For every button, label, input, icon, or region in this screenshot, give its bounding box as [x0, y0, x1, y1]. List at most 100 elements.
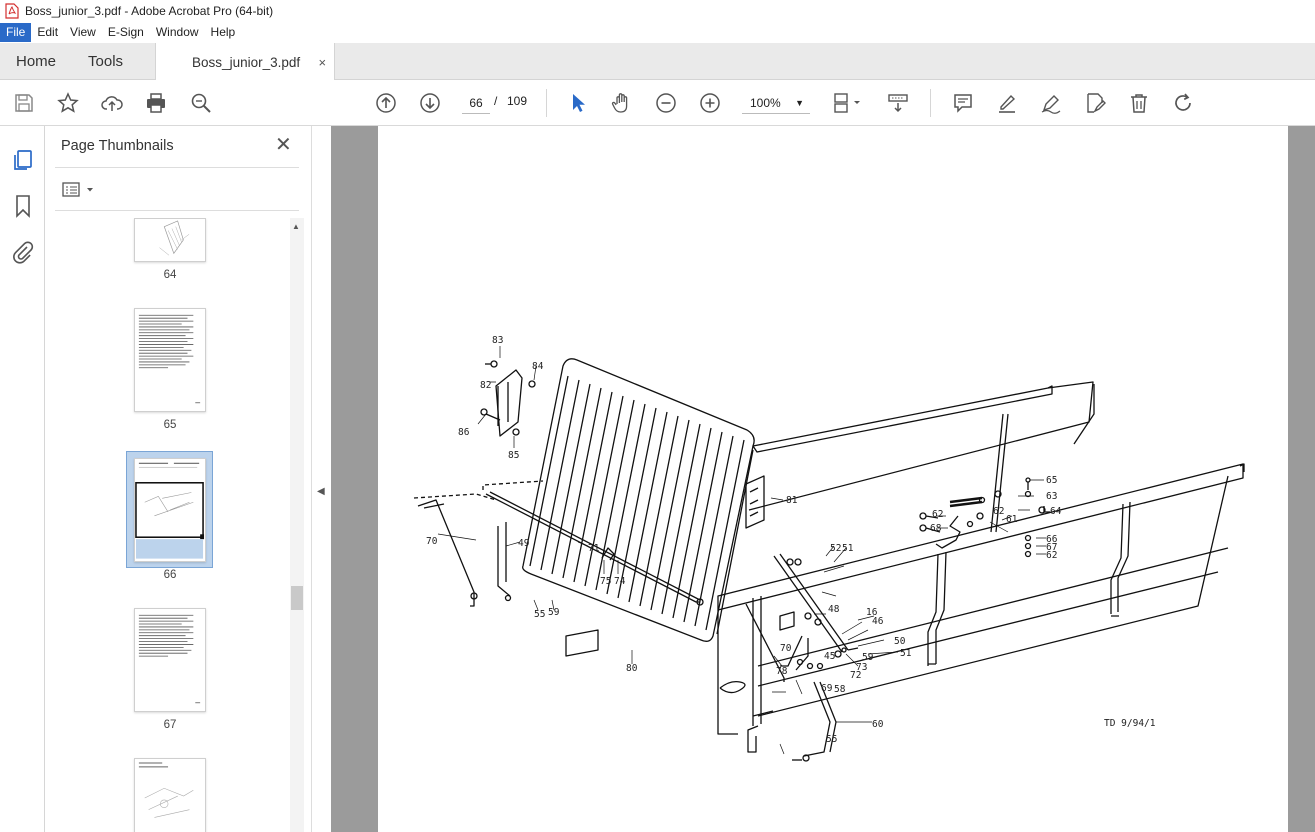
- thumbnail-parts-list: [138, 614, 201, 704]
- callout-label: 71: [588, 543, 600, 554]
- thumbnail-label: 65: [163, 419, 177, 431]
- page-thumbnails-icon[interactable]: [11, 148, 35, 172]
- callout-label: 52: [830, 543, 841, 554]
- left-navigation-rail: [0, 126, 45, 832]
- zoom-search-icon[interactable]: [189, 91, 213, 115]
- thumbnail-page-66[interactable]: [134, 458, 206, 562]
- callout-label: 51: [842, 543, 854, 554]
- callout-label: 74: [614, 576, 626, 587]
- delete-trash-icon[interactable]: [1127, 91, 1151, 115]
- callout-label: 86: [458, 427, 470, 438]
- callout-label: 62: [1046, 550, 1057, 561]
- menu-help[interactable]: Help: [205, 23, 242, 42]
- title-bar: Boss_junior_3.pdf - Adobe Acrobat Pro (6…: [0, 0, 1315, 22]
- exploded-parts-drawing: 83 84 82 86 85 81 70 49 71 75 74 55 59 8…: [413, 335, 1245, 762]
- print-icon[interactable]: [144, 91, 168, 115]
- thumbnail-page-64[interactable]: [134, 218, 206, 262]
- fill-sign-icon[interactable]: [1083, 91, 1107, 115]
- thumbnail-options-button[interactable]: [62, 180, 98, 200]
- star-icon[interactable]: [56, 91, 80, 115]
- callout-label: 51: [900, 648, 912, 659]
- thumbnail-label: 67: [163, 719, 177, 731]
- document-view[interactable]: 83 84 82 86 85 81 70 49 71 75 74 55 59 8…: [331, 126, 1315, 832]
- callout-label: 73: [856, 662, 867, 673]
- hand-tool-icon[interactable]: [610, 91, 634, 115]
- callout-label: 48: [828, 604, 840, 615]
- callout-label: 61: [1006, 514, 1018, 525]
- callout-label: 85: [508, 450, 519, 461]
- callout-label: 78: [776, 666, 788, 677]
- zoom-out-icon[interactable]: [654, 91, 678, 115]
- callout-label: 58: [834, 684, 846, 695]
- tab-document[interactable]: Boss_junior_3.pdf ×: [155, 43, 336, 81]
- scrollbar-thumb[interactable]: [291, 586, 303, 610]
- main-toolbar: 66 / 109 100% ▼: [0, 80, 1315, 126]
- callout-label: 45: [824, 651, 835, 662]
- menu-bar: File Edit View E-Sign Window Help: [0, 22, 1315, 43]
- bookmark-icon[interactable]: [11, 194, 35, 218]
- thumbnail-label: 64: [163, 269, 177, 281]
- acrobat-pdf-icon: [5, 3, 19, 19]
- callout-label: 59: [548, 607, 560, 618]
- menu-edit[interactable]: Edit: [31, 23, 64, 42]
- thumbnail-page-68[interactable]: [134, 758, 206, 832]
- panel-divider: [55, 210, 299, 211]
- menu-esign[interactable]: E-Sign: [102, 23, 150, 42]
- menu-file[interactable]: File: [0, 23, 32, 42]
- next-page-icon[interactable]: [418, 91, 442, 115]
- callout-label: 50: [894, 636, 906, 647]
- tab-tools[interactable]: Tools: [72, 43, 139, 79]
- close-panel-icon[interactable]: ✕: [275, 134, 292, 156]
- previous-page-icon[interactable]: [374, 91, 398, 115]
- highlight-pen-icon[interactable]: [995, 91, 1019, 115]
- rotate-redo-icon[interactable]: [1171, 91, 1195, 115]
- zoom-level-value: 100%: [750, 96, 781, 110]
- callout-label: 83: [492, 335, 503, 346]
- callout-label: 62: [993, 506, 1004, 517]
- page-total: 109: [507, 94, 528, 108]
- document-tab-label: Boss_junior_3.pdf: [192, 54, 301, 70]
- scroll-up-icon[interactable]: ▲: [292, 222, 300, 231]
- thumbnail-page-65[interactable]: [134, 308, 206, 412]
- thumbnail-page-67[interactable]: [134, 608, 206, 712]
- thumbnail-list: 64 65 66 67: [45, 218, 289, 832]
- collapse-panel-icon[interactable]: ◀: [317, 486, 325, 497]
- callout-label: 82: [480, 380, 491, 391]
- thumbnail-scrollbar[interactable]: ▲: [290, 218, 304, 832]
- callout-label: 65: [1046, 475, 1057, 486]
- scroll-mode-icon[interactable]: [886, 91, 910, 115]
- page-display-icon[interactable]: [830, 91, 864, 115]
- page-thumbnails-panel: Page Thumbnails ✕ 64 65 66 67: [45, 126, 311, 832]
- comment-icon[interactable]: [951, 91, 975, 115]
- callout-label: 55: [534, 609, 545, 620]
- zoom-level-select[interactable]: 100% ▼: [742, 92, 810, 114]
- attachment-paperclip-icon[interactable]: [11, 240, 35, 264]
- callout-label: 70: [780, 643, 792, 654]
- tab-home[interactable]: Home: [0, 43, 72, 79]
- draw-pen-icon[interactable]: [1039, 91, 1063, 115]
- thumbnail-label: 66: [163, 569, 177, 581]
- page-number-input[interactable]: 66: [462, 92, 490, 114]
- page-separator: /: [494, 94, 498, 108]
- window-title: Boss_junior_3.pdf - Adobe Acrobat Pro (6…: [25, 4, 274, 18]
- drawing-reference: TD 9/94/1: [1104, 718, 1156, 729]
- menu-window[interactable]: Window: [150, 23, 205, 42]
- panel-splitter[interactable]: ◀: [311, 126, 331, 832]
- toolbar-divider: [930, 89, 931, 117]
- callout-label: 68: [930, 523, 942, 534]
- callout-label: 81: [786, 495, 798, 506]
- upload-cloud-icon[interactable]: [100, 91, 124, 115]
- save-icon[interactable]: [12, 91, 36, 115]
- panel-divider: [55, 167, 299, 168]
- chevron-down-icon: ▼: [795, 98, 804, 108]
- menu-view[interactable]: View: [64, 23, 102, 42]
- callout-label: 64: [1050, 506, 1062, 517]
- callout-label: 63: [1046, 491, 1057, 502]
- zoom-in-icon[interactable]: [698, 91, 722, 115]
- callout-label: 59: [862, 652, 874, 663]
- thumbnail-parts-list: [138, 314, 201, 404]
- select-cursor-icon[interactable]: [566, 91, 590, 115]
- thumbnail-drawing: [138, 762, 194, 818]
- toolbar-divider: [546, 89, 547, 117]
- close-tab-icon[interactable]: ×: [318, 55, 326, 70]
